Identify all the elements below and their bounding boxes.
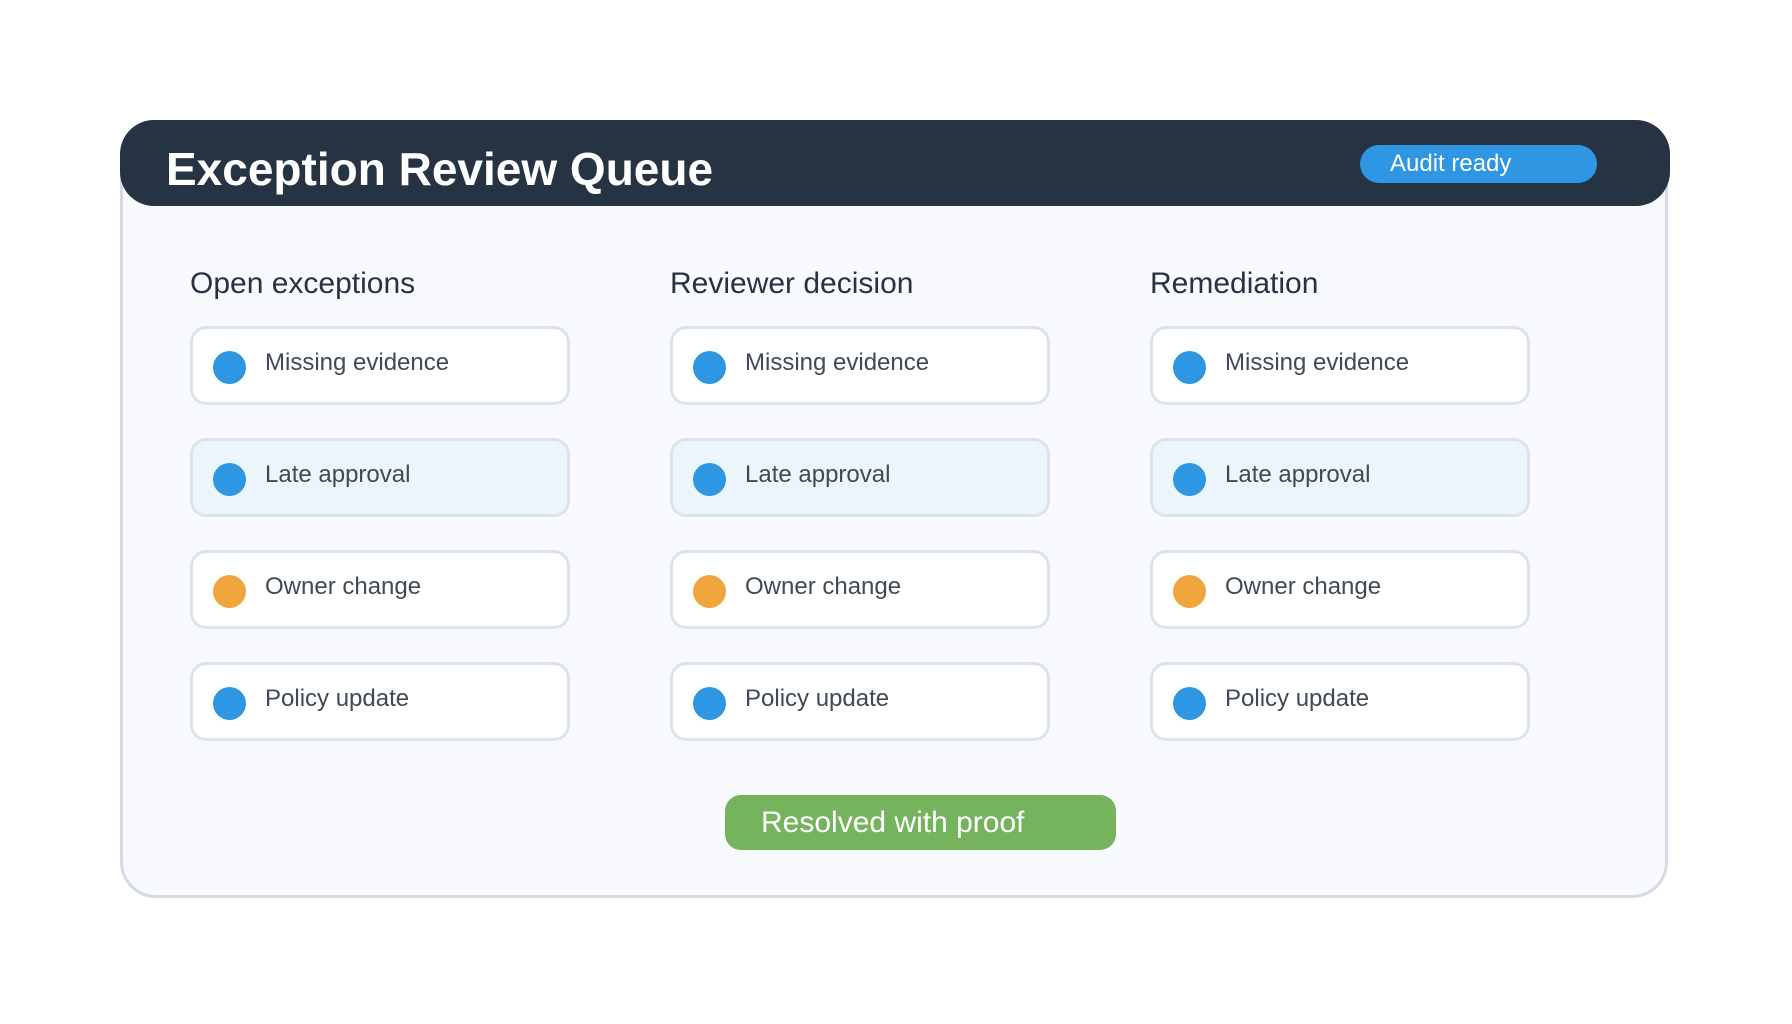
exception-card[interactable]: Missing evidence: [1150, 326, 1530, 405]
exception-card[interactable]: Owner change: [190, 550, 570, 629]
status-dot-icon: [693, 687, 726, 720]
page-title: Exception Review Queue: [166, 143, 714, 195]
exception-label: Owner change: [265, 573, 422, 600]
column-title: Open exceptions: [190, 267, 416, 300]
exception-label: Policy update: [265, 685, 410, 712]
column-title: Reviewer decision: [670, 267, 914, 300]
exception-label: Owner change: [1225, 573, 1382, 600]
exception-card[interactable]: Policy update: [1150, 662, 1530, 741]
exception-card[interactable]: Policy update: [190, 662, 570, 741]
exception-card[interactable]: Late approval: [190, 438, 570, 517]
exception-label: Policy update: [1225, 685, 1370, 712]
exception-card[interactable]: Owner change: [1150, 550, 1530, 629]
exception-label: Missing evidence: [745, 349, 930, 376]
exception-label: Missing evidence: [265, 349, 450, 376]
exception-card[interactable]: Missing evidence: [670, 326, 1050, 405]
column-title: Remediation: [1150, 267, 1319, 300]
status-dot-icon: [213, 351, 246, 384]
status-dot-icon: [1173, 687, 1206, 720]
exception-label: Late approval: [1225, 461, 1371, 488]
exception-label: Late approval: [745, 461, 891, 488]
exception-card[interactable]: Owner change: [670, 550, 1050, 629]
status-dot-icon: [213, 575, 246, 608]
status-dot-icon: [213, 687, 246, 720]
audit-status-badge: Audit ready: [1360, 145, 1597, 183]
exception-label: Missing evidence: [1225, 349, 1410, 376]
column-open-exceptions: Open exceptions Missing evidence Late ap…: [190, 266, 610, 774]
column-reviewer-decision: Reviewer decision Missing evidence Late …: [670, 266, 1090, 774]
exception-card[interactable]: Policy update: [670, 662, 1050, 741]
column-remediation: Remediation Missing evidence Late approv…: [1150, 266, 1570, 774]
status-dot-icon: [693, 575, 726, 608]
resolved-with-proof-button[interactable]: Resolved with proof: [725, 795, 1116, 850]
exception-label: Late approval: [265, 461, 411, 488]
exception-card[interactable]: Late approval: [670, 438, 1050, 517]
status-dot-icon: [1173, 351, 1206, 384]
status-dot-icon: [1173, 463, 1206, 496]
status-dot-icon: [693, 463, 726, 496]
exception-label: Policy update: [745, 685, 890, 712]
status-dot-icon: [213, 463, 246, 496]
exception-card[interactable]: Late approval: [1150, 438, 1530, 517]
panel-header: Exception Review Queue Audit ready: [120, 120, 1670, 206]
exception-label: Owner change: [745, 573, 902, 600]
exception-card[interactable]: Missing evidence: [190, 326, 570, 405]
status-dot-icon: [693, 351, 726, 384]
status-dot-icon: [1173, 575, 1206, 608]
